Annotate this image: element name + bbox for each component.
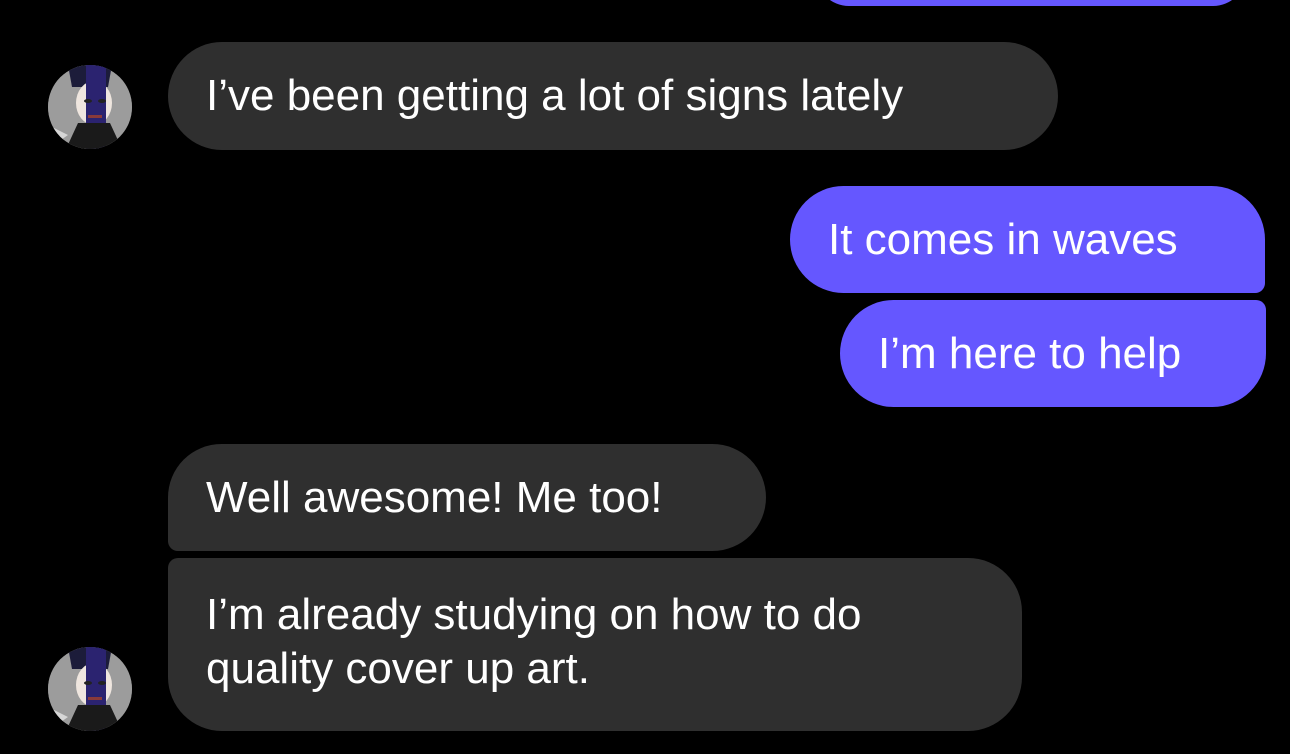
previous-message-bubble[interactable] <box>816 0 1246 6</box>
message-thread[interactable]: I’ve been getting a lot of signs lately … <box>0 0 1290 754</box>
message-bubble-incoming[interactable]: I’m already studying on how to do qualit… <box>168 558 1022 731</box>
message-bubble-incoming[interactable]: I’ve been getting a lot of signs lately <box>168 42 1058 150</box>
message-text: Well awesome! Me too! <box>206 472 663 522</box>
message-bubble-incoming[interactable]: Well awesome! Me too! <box>168 444 766 551</box>
message-text: It comes in waves <box>828 214 1178 264</box>
message-bubble-outgoing[interactable]: I’m here to help <box>840 300 1266 407</box>
avatar-photo-icon <box>48 647 132 731</box>
contact-avatar[interactable] <box>48 647 132 731</box>
contact-avatar[interactable] <box>48 65 132 149</box>
message-text: I’ve been getting a lot of signs lately <box>206 71 904 120</box>
message-text: I’m here to help <box>878 328 1182 378</box>
avatar-photo-icon <box>48 65 132 149</box>
message-text: I’m already studying on how to do qualit… <box>206 590 862 693</box>
message-bubble-outgoing[interactable]: It comes in waves <box>790 186 1265 293</box>
